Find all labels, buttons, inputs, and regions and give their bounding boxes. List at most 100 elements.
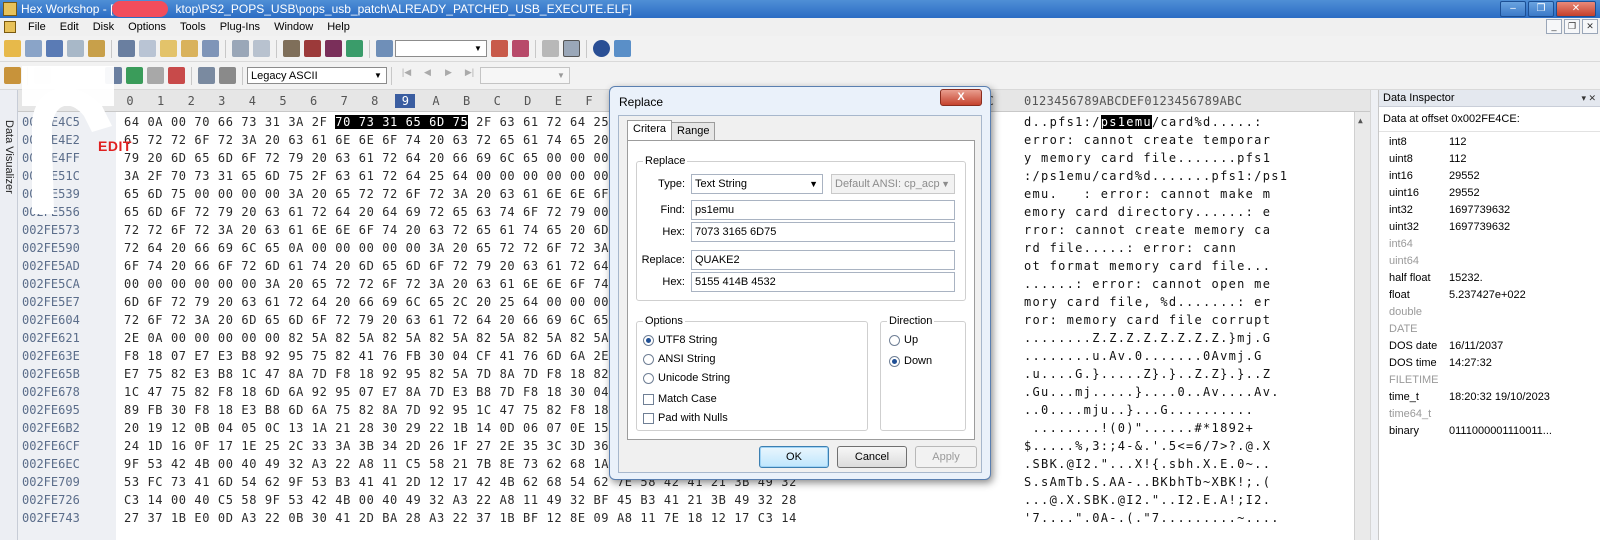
- ansi-radio[interactable]: ANSI String: [643, 353, 715, 365]
- settings-gear-icon[interactable]: [198, 67, 215, 84]
- inspector-row[interactable]: int8 112: [1379, 134, 1600, 151]
- scroll-up-icon[interactable]: ▲: [1358, 116, 1363, 125]
- row-ascii[interactable]: .u....G.}.....Z}.}..Z.Z}.}..Z: [1024, 365, 1271, 383]
- hex-row[interactable]: 002FE726 C3 14 00 40 C5 58 9F 53 42 4B 00…: [18, 491, 1370, 509]
- statistics-icon[interactable]: [168, 67, 185, 84]
- delete-icon[interactable]: [202, 40, 219, 57]
- apply-button[interactable]: Apply: [915, 446, 977, 468]
- inspector-row[interactable]: uint32 1697739632: [1379, 219, 1600, 236]
- cancel-button[interactable]: Cancel: [837, 446, 907, 468]
- print-icon[interactable]: [67, 40, 84, 57]
- panel-pin-close-icon[interactable]: ▾ ✕: [1581, 90, 1596, 106]
- row-ascii[interactable]: S.sAmTb.S.AA-..BKbhTb~XBK!;.(: [1024, 473, 1271, 491]
- open-folder-icon[interactable]: [4, 40, 21, 57]
- unicode-radio[interactable]: Unicode String: [643, 372, 730, 384]
- row-ascii[interactable]: error: cannot create temporar: [1024, 131, 1271, 149]
- selected-ascii[interactable]: ps1emu: [1100, 115, 1152, 129]
- compare-icon[interactable]: [147, 67, 164, 84]
- row-ascii[interactable]: d..pfs1:/ps1emu/card%d.....:: [1024, 113, 1263, 131]
- redo-icon[interactable]: [253, 40, 270, 57]
- inspector-row[interactable]: time64_t: [1379, 406, 1600, 423]
- row-ascii[interactable]: emory card directory......: e: [1024, 203, 1271, 221]
- tab-criteria[interactable]: Critera: [627, 120, 673, 140]
- row-ascii[interactable]: y memory card file.......pfs1: [1024, 149, 1271, 167]
- row-ascii[interactable]: $.....%,3:;4-&.'.5<=6/7>?.@.X: [1024, 437, 1271, 455]
- ok-button[interactable]: OK: [759, 446, 829, 468]
- row-ascii[interactable]: .Gu...mj.....}....0..Av....Av.: [1024, 383, 1280, 401]
- hex-16-icon[interactable]: [563, 40, 580, 57]
- row-bytes[interactable]: C3 14 00 40 C5 58 9F 53 42 4B 00 40 49 3…: [124, 491, 797, 509]
- inspector-row[interactable]: double: [1379, 304, 1600, 321]
- row-ascii[interactable]: :/ps1emu/card%d.......pfs1:/ps1: [1024, 167, 1288, 185]
- menu-disk[interactable]: Disk: [86, 21, 121, 33]
- mdi-minimize-button[interactable]: _: [1546, 19, 1562, 34]
- row-ascii[interactable]: ...@.X.SBK.@I2."..I2.E.A!;I2.: [1024, 491, 1271, 509]
- row-ascii[interactable]: ..0....mju..}...G..........: [1024, 401, 1254, 419]
- row-ascii[interactable]: ot format memory card file...: [1024, 257, 1271, 275]
- inspector-row[interactable]: int32 1697739632: [1379, 202, 1600, 219]
- menu-tools[interactable]: Tools: [173, 21, 213, 33]
- goto-icon[interactable]: [376, 40, 393, 57]
- inspector-row[interactable]: uint64: [1379, 253, 1600, 270]
- encoding-select[interactable]: Legacy ASCII ▼: [247, 67, 387, 84]
- match-case-checkbox[interactable]: Match Case: [643, 393, 717, 405]
- find-icon[interactable]: [283, 40, 300, 57]
- row-ascii[interactable]: .SBK.@I2."...X!{.sbh.X.E.0~..: [1024, 455, 1271, 473]
- blank-tool-icon[interactable]: [34, 67, 51, 84]
- checksum-icon[interactable]: [126, 67, 143, 84]
- motorola-icon[interactable]: [593, 40, 610, 57]
- save-icon[interactable]: [46, 40, 63, 57]
- row-ascii[interactable]: ......: error: cannot open me: [1024, 275, 1271, 293]
- row-ascii[interactable]: mory card file, %d.......: er: [1024, 293, 1271, 311]
- row-ascii[interactable]: ror: memory card file corrupt: [1024, 311, 1271, 329]
- inspector-row[interactable]: DATE: [1379, 321, 1600, 338]
- first-record-icon[interactable]: |◀: [398, 67, 415, 84]
- inspector-row[interactable]: int64: [1379, 236, 1600, 253]
- vertical-scrollbar[interactable]: ▲: [1354, 112, 1370, 540]
- find-previous-icon[interactable]: [325, 40, 342, 57]
- row-ascii[interactable]: ........Z.Z.Z.Z.Z.Z.Z.Z.}mj.G: [1024, 329, 1271, 347]
- search-combo[interactable]: ▼: [395, 40, 487, 57]
- menu-help[interactable]: Help: [320, 21, 357, 33]
- row-ascii[interactable]: emu. : error: cannot make m: [1024, 185, 1271, 203]
- menu-edit[interactable]: Edit: [53, 21, 86, 33]
- direction-down-radio[interactable]: Down: [889, 355, 932, 367]
- pad-nulls-checkbox[interactable]: Pad with Nulls: [643, 412, 728, 424]
- menu-window[interactable]: Window: [267, 21, 320, 33]
- bookmark-next-icon[interactable]: [512, 40, 529, 57]
- type-select[interactable]: Text String ▼: [691, 174, 823, 194]
- utf8-radio[interactable]: UTF8 String: [643, 334, 717, 346]
- direction-up-radio[interactable]: Up: [889, 334, 918, 346]
- hammer-icon[interactable]: [4, 67, 21, 84]
- inspector-row[interactable]: uint8 112: [1379, 151, 1600, 168]
- find-input[interactable]: ps1emu: [691, 200, 955, 220]
- panel-splitter[interactable]: [1370, 90, 1378, 540]
- menu-plugins[interactable]: Plug-Ins: [213, 21, 267, 33]
- paste-icon[interactable]: [160, 40, 177, 57]
- inspector-row[interactable]: uint16 29552: [1379, 185, 1600, 202]
- operations-icon[interactable]: [105, 67, 122, 84]
- row-ascii[interactable]: ........!(0)"......#*1892+: [1024, 419, 1254, 437]
- close-window-button[interactable]: ✕: [1556, 1, 1596, 17]
- inspector-row[interactable]: DOS date 16/11/2037: [1379, 338, 1600, 355]
- menu-options[interactable]: Options: [121, 21, 173, 33]
- minimize-button[interactable]: –: [1500, 1, 1526, 17]
- mdi-close-button[interactable]: ✕: [1582, 19, 1598, 34]
- last-record-icon[interactable]: ▶|: [461, 67, 478, 84]
- row-ascii[interactable]: rror: cannot create memory ca: [1024, 221, 1271, 239]
- mdi-restore-button[interactable]: ❐: [1564, 19, 1580, 34]
- cut-icon[interactable]: [118, 40, 135, 57]
- intel-icon[interactable]: [614, 40, 631, 57]
- inspector-row[interactable]: int16 29552: [1379, 168, 1600, 185]
- inspector-row[interactable]: time_t 18:20:32 19/10/2023: [1379, 389, 1600, 406]
- refresh-icon[interactable]: [25, 40, 42, 57]
- inspector-row[interactable]: DOS time 14:27:32: [1379, 355, 1600, 372]
- inspector-row[interactable]: binary 0111000001110011...: [1379, 423, 1600, 440]
- find-next-icon[interactable]: [304, 40, 321, 57]
- inspector-row[interactable]: float 5.237427e+022: [1379, 287, 1600, 304]
- replace-icon[interactable]: [346, 40, 363, 57]
- calculator-icon[interactable]: [219, 67, 236, 84]
- paste-special-icon[interactable]: [181, 40, 198, 57]
- menu-file[interactable]: File: [21, 21, 53, 33]
- replace-hex-input[interactable]: 5155 414B 4532: [691, 272, 955, 292]
